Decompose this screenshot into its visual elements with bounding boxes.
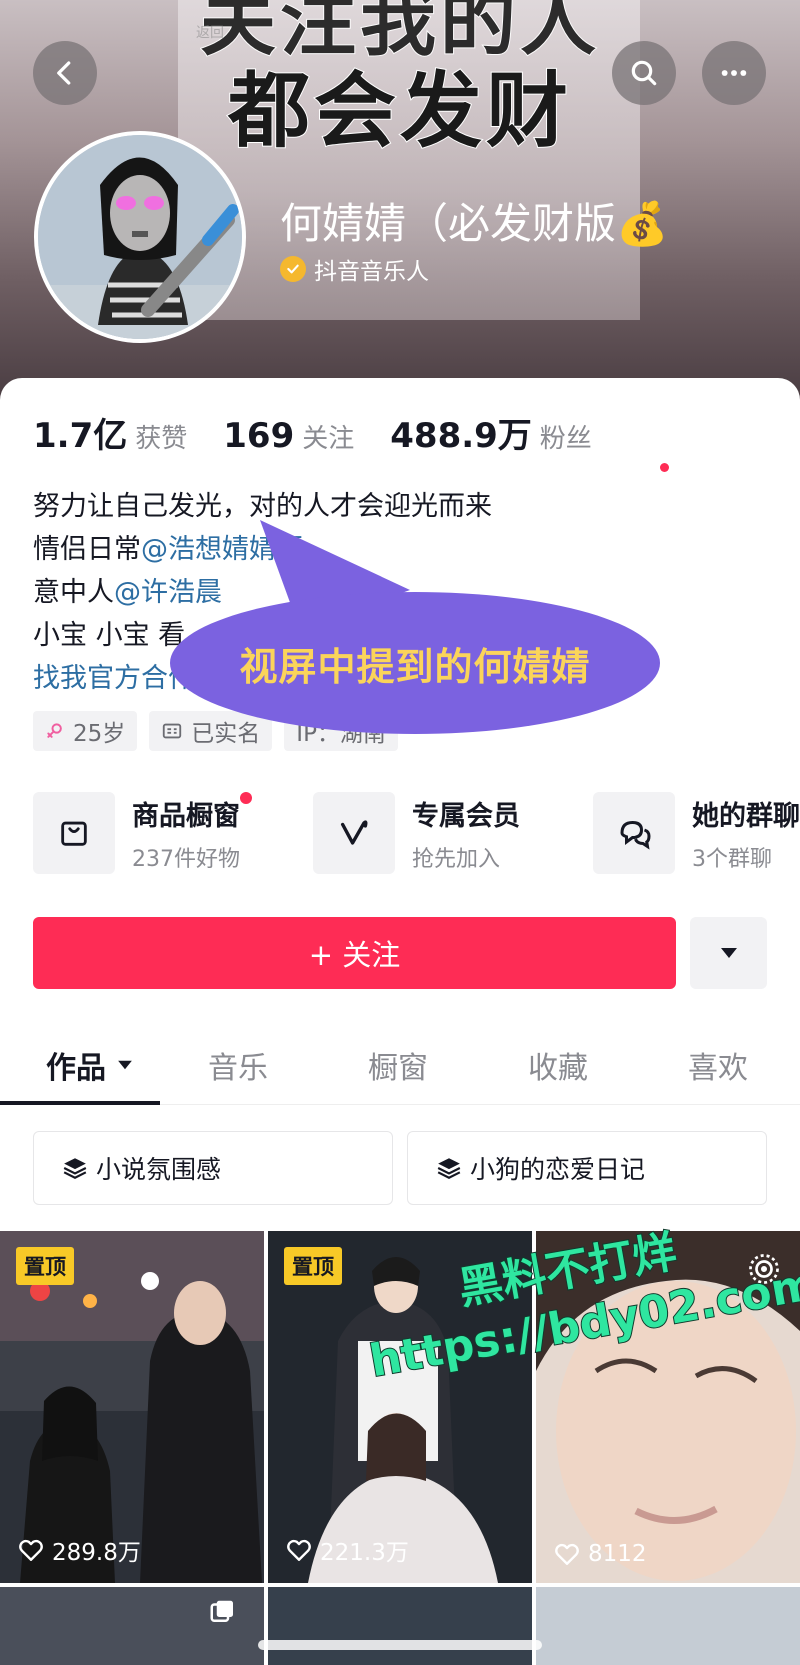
video-thumbnail[interactable] [268,1587,532,1665]
v-membership-icon [313,792,395,874]
more-button[interactable] [702,41,766,105]
membership-title: 专属会员 [412,800,520,832]
heart-icon [19,1539,43,1561]
follow-more-button[interactable] [690,917,767,989]
home-indicator[interactable] [258,1640,542,1650]
likes-count[interactable]: 1.7亿 [33,408,127,457]
collection-label: 小说氛围感 [96,1155,222,1184]
stats-row: 1.7亿 获赞 169 关注 488.9万 粉丝 [33,408,628,457]
video-thumbnail[interactable] [0,1587,264,1665]
tab-works-label: 作品 [46,1051,106,1086]
female-icon [47,723,62,738]
collection-label: 小狗的恋爱日记 [470,1155,646,1184]
caret-down-icon [118,1060,132,1070]
tab-shop-window[interactable]: 橱窗 [368,1043,428,1087]
annotation-text: 视屏中提到的何婧婧 [239,644,591,689]
banner-back-hint: 返回 [196,25,224,41]
heart-icon [287,1539,311,1561]
back-button[interactable] [33,41,97,105]
pinned-badge: 置顶 [284,1247,342,1285]
tab-favorites[interactable]: 收藏 [528,1043,588,1087]
avatar[interactable] [34,131,246,343]
age-tag: 25岁 [33,711,138,751]
id-card-icon [163,723,182,739]
chat-bubbles-icon [593,792,675,874]
collection-chip[interactable]: 小狗的恋爱日记 [407,1131,767,1205]
followers-label[interactable]: 粉丝 [540,418,592,455]
followers-count[interactable]: 488.9万 [390,408,532,457]
verified-check-icon [280,256,306,282]
carousel-icon [210,1600,233,1622]
following-label[interactable]: 关注 [302,418,354,455]
group-chat-title: 她的群聊 [692,800,800,832]
likes-label[interactable]: 获赞 [135,418,187,455]
tab-works[interactable]: 作品 [46,1043,134,1087]
realname-label: 已实名 [191,721,261,747]
avatar-image [38,135,242,339]
bio-text: 情侣日常 [33,534,141,565]
realname-tag: 已实名 [149,711,273,751]
search-icon [631,60,657,86]
video-thumbnail[interactable] [536,1587,800,1665]
verified-label: 抖音音乐人 [314,259,429,285]
notification-dot [660,463,669,472]
tab-active-indicator [0,1101,160,1105]
heart-icon [555,1543,579,1565]
mention-link[interactable]: @许浩晨 [114,577,222,608]
age-label: 25岁 [73,721,126,747]
group-chat-entry[interactable]: 她的群聊 3个群聊 [593,792,800,874]
shop-window-subtitle: 237件好物 [132,846,240,872]
video-likes-count: 8112 [588,1541,647,1567]
group-chat-subtitle: 3个群聊 [692,846,772,872]
membership-subtitle: 抢先加入 [412,846,501,872]
bio-text: 意中人 [33,577,114,608]
video-thumbnail[interactable]: 置顶 289.8万 [0,1231,264,1583]
layers-icon [437,1158,461,1179]
video-likes-count: 221.3万 [320,1540,409,1566]
chevron-left-icon [57,61,71,85]
caret-down-icon [720,948,737,958]
mention-link[interactable]: @浩想婧 [141,534,249,565]
profile-name: 何婧婧（必发财版💰 [280,199,669,248]
shop-window-entry[interactable]: 商品橱窗 237件好物 [33,791,252,874]
video-likes: 289.8万 [18,1533,141,1567]
annotation-bubble: 视屏中提到的何婧婧 [170,592,660,734]
tab-music[interactable]: 音乐 [208,1043,268,1087]
verified-row: 抖音音乐人 [280,252,429,286]
tab-likes[interactable]: 喜欢 [688,1043,748,1087]
pinned-badge: 置顶 [16,1247,74,1285]
video-likes-count: 289.8万 [52,1540,141,1566]
layers-icon [63,1158,87,1179]
video-likes: 221.3万 [286,1533,409,1567]
following-count[interactable]: 169 [223,416,294,456]
content-tabs: 作品 音乐 橱窗 收藏 喜欢 [0,1035,800,1105]
membership-entry[interactable]: 专属会员 抢先加入 [313,792,520,874]
follow-button[interactable]: + 关注 [33,917,676,989]
shop-window-dot [240,791,252,804]
more-dots-icon [721,70,747,76]
video-likes: 8112 [554,1541,647,1567]
collection-chip[interactable]: 小说氛围感 [33,1131,393,1205]
shop-window-title: 商品橱窗 [132,800,240,832]
feature-row: 商品橱窗 237件好物 专属会员 抢先加入 她的群聊 3个群聊 [33,791,800,874]
search-button[interactable] [612,41,676,105]
shopping-bag-icon [33,792,115,874]
